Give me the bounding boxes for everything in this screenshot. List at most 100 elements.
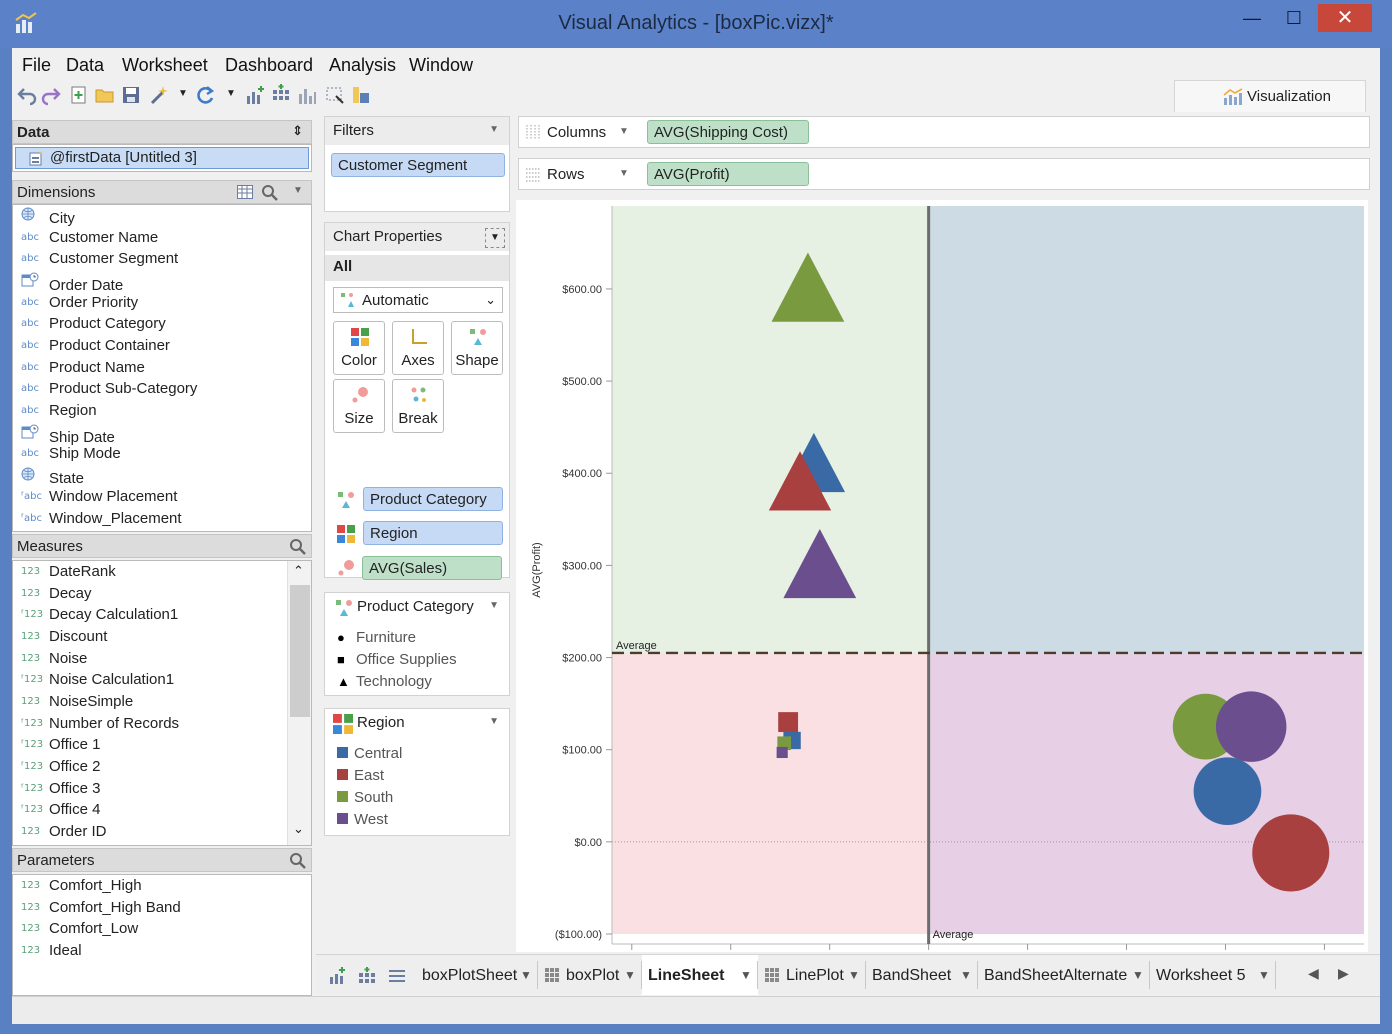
minimize-button[interactable]: — (1232, 4, 1272, 32)
sheet-tab[interactable]: BandSheet ▼ (866, 955, 978, 995)
dimension-field[interactable]: State (21, 467, 84, 488)
table-view-icon[interactable] (237, 185, 253, 199)
measure-field[interactable]: ᶠ123 Office 3 (21, 780, 100, 801)
measure-field[interactable]: 123 Decay (21, 585, 92, 606)
new-dashboard-icon[interactable] (358, 967, 376, 985)
lasso-icon[interactable] (324, 84, 346, 106)
chart-area[interactable]: ($100.00) $0.00 $100.00 $200.00 $300.00 $400.… (516, 200, 1368, 983)
sheet-tab-menu-icon[interactable]: ▼ (520, 968, 532, 982)
size-button[interactable]: Size (333, 379, 385, 433)
region-legend-menu-icon[interactable]: ▼ (489, 716, 499, 727)
sheet-tab[interactable]: BandSheetAlternate ▼ (978, 955, 1150, 995)
sheet-tab[interactable]: boxPlot ▼ (538, 955, 642, 995)
category-legend-item[interactable]: ■ Office Supplies (337, 651, 457, 668)
region-legend-item[interactable]: West (337, 811, 388, 828)
shape-button[interactable]: Shape (451, 321, 503, 375)
measure-field[interactable]: ᶠ123 Office 2 (21, 758, 100, 779)
dimension-field[interactable]: Ship Date (21, 424, 115, 446)
sheet-tab[interactable]: LinePlot ▼ (758, 955, 866, 995)
size-encoding-pill[interactable]: AVG(Sales) (362, 556, 502, 580)
measure-field[interactable]: 123 NoiseSimple (21, 693, 133, 714)
dimension-field[interactable]: Order Date (21, 272, 123, 294)
wand-icon[interactable] (148, 84, 170, 106)
circle-mark[interactable] (1215, 691, 1287, 762)
measure-field[interactable]: ᶠ123 Decay Calculation1 (21, 606, 178, 627)
dimension-field[interactable]: abc Region (21, 402, 97, 423)
sheet-tab-menu-icon[interactable]: ▼ (1258, 968, 1270, 982)
save-icon[interactable] (120, 84, 142, 106)
tabs-scroll-left-icon[interactable]: ◀ (1308, 965, 1319, 982)
search-icon[interactable] (261, 184, 279, 202)
sheet-tab[interactable]: LineSheet ▼ (642, 955, 758, 995)
category-legend-item[interactable]: ▲ Technology (337, 673, 432, 690)
measures-scrollbar[interactable]: ⌃ ⌄ (287, 561, 311, 845)
measure-field[interactable]: 123 Discount (21, 628, 107, 649)
dimension-field[interactable]: ᶠabc Window_Placement (21, 510, 182, 531)
square-mark[interactable] (776, 746, 788, 759)
break-button[interactable]: Break (392, 379, 444, 433)
dimension-field[interactable]: abc Order Priority (21, 294, 138, 315)
sheet-tab-menu-icon[interactable]: ▼ (848, 968, 860, 982)
sheet-list-icon[interactable] (388, 967, 406, 985)
scrollbar-thumb[interactable] (290, 585, 310, 717)
axes-button[interactable]: Axes (392, 321, 444, 375)
rows-menu-icon[interactable]: ▼ (619, 168, 629, 179)
sheet-tab[interactable]: Worksheet 5 ▼ (1150, 955, 1276, 995)
circle-mark[interactable] (1193, 757, 1262, 826)
measure-field[interactable]: 123 Noise (21, 650, 87, 671)
menu-data[interactable]: Data (66, 55, 104, 76)
dimension-field[interactable]: City (21, 207, 75, 228)
menu-analysis[interactable]: Analysis (329, 55, 396, 76)
mark-type-select[interactable]: Automatic ⌄ (333, 287, 503, 313)
visualization-tab[interactable]: Visualization (1174, 80, 1366, 112)
category-legend-menu-icon[interactable]: ▼ (489, 600, 499, 611)
color-button[interactable]: Color (333, 321, 385, 375)
marks-scope-all[interactable]: All (325, 255, 509, 281)
dimension-field[interactable]: abc Ship Mode (21, 445, 121, 466)
tabs-scroll-right-icon[interactable]: ▶ (1338, 965, 1349, 982)
sheet-tab-menu-icon[interactable]: ▼ (624, 968, 636, 982)
sheet-tab-menu-icon[interactable]: ▼ (960, 968, 972, 982)
rows-pill[interactable]: AVG(Profit) (647, 162, 809, 186)
measure-field[interactable]: 123 DateRank (21, 563, 116, 584)
sheet-tab-menu-icon[interactable]: ▼ (1132, 968, 1144, 982)
data-pane-sort-icon[interactable]: ⇕ (292, 123, 303, 139)
category-legend-item[interactable]: ● Furniture (337, 629, 416, 646)
columns-pill[interactable]: AVG(Shipping Cost) (647, 120, 809, 144)
dimension-field[interactable]: abc Product Sub-Category (21, 380, 197, 401)
format-icon[interactable] (350, 84, 372, 106)
bar-chart-icon[interactable] (296, 84, 318, 106)
menu-window[interactable]: Window (409, 55, 473, 76)
dimension-field[interactable]: abc Product Container (21, 337, 170, 358)
measure-field[interactable]: 123 Order ID (21, 823, 107, 844)
chart-add-icon[interactable] (244, 84, 266, 106)
new-icon[interactable] (68, 84, 90, 106)
dimension-field[interactable]: abc Product Name (21, 359, 145, 380)
region-legend-item[interactable]: Central (337, 745, 402, 762)
measures-search-icon[interactable] (289, 538, 307, 556)
square-mark[interactable] (778, 712, 799, 732)
color-encoding-pill[interactable]: Region (363, 521, 503, 545)
grid-icon[interactable] (270, 84, 292, 106)
measure-field[interactable]: ᶠ123 Office 1 (21, 736, 100, 757)
circle-mark[interactable] (1252, 814, 1330, 892)
scatter-chart[interactable]: ($100.00) $0.00 $100.00 $200.00 $300.00 $400.… (516, 200, 1368, 983)
measure-field[interactable]: ᶠ123 Number of Records (21, 715, 179, 736)
scroll-up-icon[interactable]: ⌃ (293, 563, 304, 579)
dimensions-menu-icon[interactable]: ▼ (293, 185, 303, 196)
menu-worksheet[interactable]: Worksheet (122, 55, 208, 76)
refresh-dropdown-icon[interactable]: ▼ (226, 88, 236, 99)
filter-customer-segment-pill[interactable]: Customer Segment (331, 153, 505, 177)
menu-dashboard[interactable]: Dashboard (225, 55, 313, 76)
chart-properties-menu-icon[interactable]: ▼ (485, 228, 505, 248)
columns-menu-icon[interactable]: ▼ (619, 126, 629, 137)
sheet-tab-menu-icon[interactable]: ▼ (740, 968, 752, 982)
parameter-field[interactable]: 123 Comfort_Low (21, 920, 138, 941)
close-button[interactable]: ✕ (1318, 4, 1372, 32)
parameter-field[interactable]: 123 Ideal (21, 942, 82, 963)
sheet-tab[interactable]: boxPlotSheet ▼ (416, 955, 538, 995)
data-source-item[interactable]: @firstData [Untitled 3] (15, 147, 309, 169)
measure-field[interactable]: ᶠ123 Noise Calculation1 (21, 671, 174, 692)
scroll-down-icon[interactable]: ⌄ (293, 821, 304, 837)
refresh-icon[interactable] (194, 84, 216, 106)
